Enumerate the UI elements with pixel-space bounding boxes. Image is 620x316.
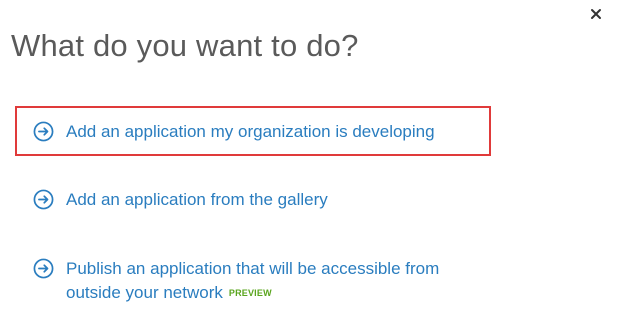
preview-badge: PREVIEW — [228, 288, 272, 298]
dialog-title: What do you want to do? — [11, 28, 359, 63]
option-label: Publish an application that will be acce… — [66, 257, 439, 305]
close-icon[interactable] — [590, 8, 602, 20]
option-add-developing-app[interactable]: Add an application my organization is de… — [33, 120, 435, 144]
arrow-circle-right-icon — [33, 121, 54, 142]
arrow-circle-right-icon — [33, 189, 54, 210]
what-to-do-dialog: What do you want to do? Add an applicati… — [0, 0, 620, 316]
arrow-circle-right-icon — [33, 258, 54, 279]
option-label-line1: Publish an application that will be acce… — [66, 259, 440, 278]
option-label: Add an application my organization is de… — [66, 122, 435, 141]
option-label-line2: outside your network — [66, 283, 223, 302]
option-label: Add an application from the gallery — [66, 190, 328, 209]
option-publish-app[interactable]: Publish an application that will be acce… — [33, 257, 473, 305]
option-add-gallery-app[interactable]: Add an application from the gallery — [33, 188, 328, 212]
